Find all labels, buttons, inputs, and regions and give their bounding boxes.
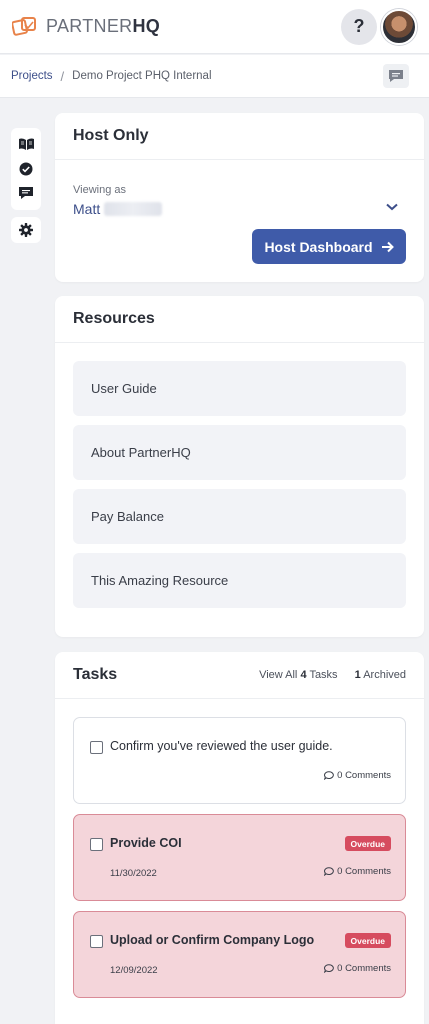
breadcrumb: Projects / Demo Project PHQ Internal — [0, 55, 429, 98]
task-checkbox[interactable] — [90, 741, 103, 754]
task-title: Confirm you've reviewed the user guide. — [110, 739, 333, 753]
task-due-date: 12/09/2022 — [110, 965, 158, 976]
app-logo[interactable]: PARTNERHQ — [12, 16, 160, 38]
task-item[interactable]: Confirm you've reviewed the user guide. … — [73, 717, 406, 804]
comment-bubble-icon — [324, 867, 334, 876]
resource-amazing[interactable]: This Amazing Resource — [73, 553, 406, 608]
host-dashboard-button[interactable]: Host Dashboard — [252, 229, 406, 264]
breadcrumb-separator: / — [60, 68, 65, 84]
task-title: Provide COI — [110, 836, 182, 850]
task-checkbox[interactable] — [90, 935, 103, 948]
comment-bubble-icon — [324, 771, 334, 780]
resource-about-partnerhq[interactable]: About PartnerHQ — [73, 425, 406, 480]
comment-bubble-icon — [324, 964, 334, 973]
chevron-down-icon[interactable] — [386, 203, 398, 211]
help-button[interactable]: ? — [341, 8, 377, 45]
task-comments[interactable]: 0 Comments — [324, 963, 391, 974]
arrow-right-icon — [381, 241, 394, 252]
task-checkbox[interactable] — [90, 838, 103, 851]
partnerhq-logo-icon — [12, 16, 36, 36]
tasks-title: Tasks — [73, 666, 118, 683]
redacted-surname — [104, 202, 163, 216]
view-all-tasks-link[interactable]: View All 4 Tasks — [259, 669, 338, 681]
host-card-title: Host Only — [73, 127, 149, 144]
gear-icon[interactable] — [18, 222, 34, 238]
viewing-as-select[interactable]: Matt — [73, 201, 163, 217]
archived-tasks-link[interactable]: 1 Archived — [355, 669, 406, 681]
breadcrumb-projects-link[interactable]: Projects — [11, 70, 53, 82]
task-due-date: 11/30/2022 — [110, 868, 157, 879]
resource-user-guide[interactable]: User Guide — [73, 361, 406, 416]
task-item[interactable]: Upload or Confirm Company Logo Overdue 1… — [73, 911, 406, 998]
viewing-as-name: Matt — [73, 201, 101, 217]
overdue-badge: Overdue — [344, 836, 391, 851]
comment-icon[interactable] — [18, 186, 34, 202]
breadcrumb-current-project: Demo Project PHQ Internal — [72, 70, 212, 82]
task-comments[interactable]: 0 Comments — [324, 770, 391, 781]
comment-icon — [389, 70, 403, 82]
brand-name: PARTNERHQ — [46, 16, 161, 36]
viewing-as-label: Viewing as — [73, 184, 126, 196]
project-chat-button[interactable] — [383, 64, 409, 88]
host-only-card: Host Only Viewing as Matt Host Dashboard — [55, 113, 424, 282]
overdue-badge: Overdue — [344, 933, 391, 948]
resources-title: Resources — [73, 310, 155, 327]
book-icon[interactable] — [18, 136, 34, 152]
user-avatar[interactable] — [381, 8, 417, 45]
task-item[interactable]: Provide COI Overdue 11/30/2022 0 Comment… — [73, 814, 406, 901]
side-rail — [11, 128, 41, 210]
resources-card: Resources User Guide About PartnerHQ Pay… — [55, 296, 424, 637]
check-circle-icon[interactable] — [18, 161, 34, 177]
settings-rail — [11, 217, 41, 243]
resource-pay-balance[interactable]: Pay Balance — [73, 489, 406, 544]
tasks-card: Tasks View All 4 Tasks 1 Archived Confir… — [55, 652, 424, 1024]
host-dashboard-label: Host Dashboard — [264, 238, 373, 255]
top-navbar: PARTNERHQ ? — [0, 0, 429, 54]
task-title: Upload or Confirm Company Logo — [110, 933, 315, 947]
task-comments[interactable]: 0 Comments — [324, 866, 391, 877]
